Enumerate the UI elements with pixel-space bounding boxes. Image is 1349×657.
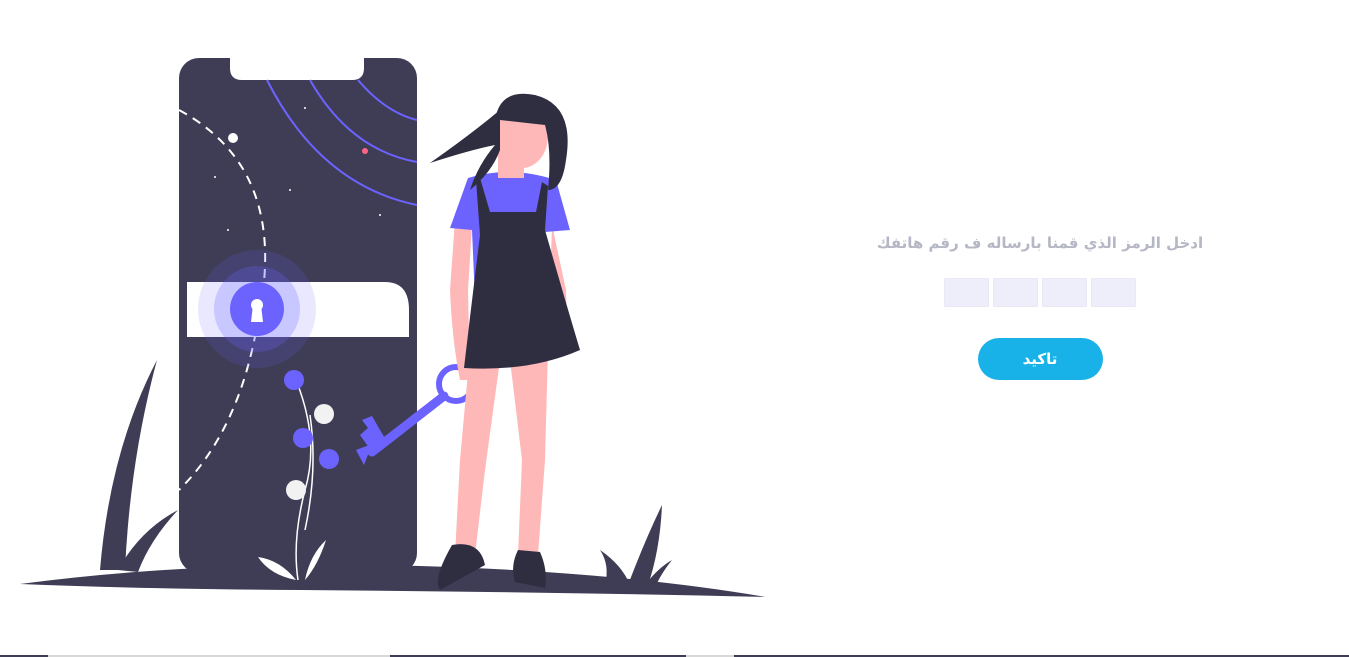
code-digit-input-1[interactable] — [944, 278, 989, 307]
phone-lock-key-illustration — [20, 58, 766, 597]
code-digit-input-3[interactable] — [1042, 278, 1087, 307]
code-digit-input-2[interactable] — [993, 278, 1038, 307]
verification-page: ادخل الرمز الذي قمنا بارساله ف رقم هاتفك… — [0, 0, 1349, 657]
confirm-button[interactable]: تاكيد — [977, 338, 1103, 380]
code-digit-input-4[interactable] — [1091, 278, 1136, 307]
instruction-text: ادخل الرمز الذي قمنا بارساله ف رقم هاتفك — [876, 234, 1204, 252]
woman-graphic — [430, 93, 580, 590]
verification-form: ادخل الرمز الذي قمنا بارساله ف رقم هاتفك… — [876, 228, 1204, 380]
lock-icon — [198, 250, 316, 368]
code-input-row — [944, 278, 1136, 307]
